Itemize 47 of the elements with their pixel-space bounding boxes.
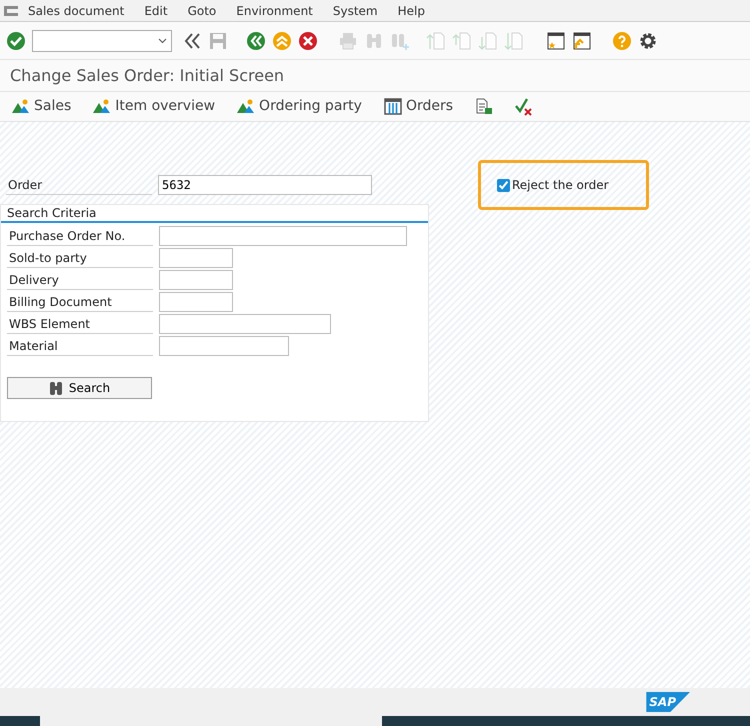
input-field[interactable]	[159, 270, 233, 290]
back-icon[interactable]	[246, 30, 266, 50]
settings-icon[interactable]	[638, 30, 658, 50]
field-label: Delivery	[7, 270, 153, 290]
input-field[interactable]	[159, 336, 289, 356]
input-field[interactable]	[159, 226, 407, 246]
field-label: Purchase Order No.	[7, 226, 153, 246]
toolbar-button[interactable]: Item overview	[93, 96, 216, 117]
enter-icon[interactable]	[6, 30, 26, 50]
menu-item[interactable]: Help	[388, 2, 435, 20]
search-button[interactable]: Search	[7, 377, 152, 399]
field-label: Order	[6, 175, 152, 195]
menu-item[interactable]: Edit	[134, 2, 178, 20]
mountain-icon	[12, 98, 30, 116]
dropdown-caret-icon[interactable]	[158, 38, 167, 44]
menu-item[interactable]: Environment	[226, 2, 323, 20]
menu-icon[interactable]	[4, 6, 18, 16]
table-icon	[384, 98, 402, 116]
screen-title: Change Sales Order: Initial Screen	[10, 64, 284, 86]
double-chevron-icon[interactable]	[182, 30, 202, 50]
menu-item[interactable]: Sales document	[18, 2, 134, 20]
up-chevron-icon[interactable]	[272, 30, 292, 50]
reject-checkbox[interactable]	[497, 178, 510, 192]
field-label: WBS Element	[7, 314, 153, 334]
field-label: Sold-to party	[7, 248, 153, 268]
mountain-icon	[237, 98, 256, 116]
input-field[interactable]	[159, 314, 331, 334]
input-field[interactable]	[159, 292, 233, 312]
checkbox-label: Reject the order	[512, 177, 609, 194]
toolbar-button[interactable]: Sales	[12, 96, 72, 117]
check-cross-icon[interactable]	[515, 98, 534, 116]
toolbar-button[interactable]: Ordering party	[237, 96, 362, 117]
toolbar-button[interactable]: Orders	[384, 96, 454, 117]
menu-item[interactable]: Goto	[178, 2, 226, 20]
field-label: Material	[7, 336, 153, 356]
cancel-icon[interactable]	[298, 30, 318, 50]
field-label: Billing Document	[7, 292, 153, 312]
section-title: Search Criteria	[1, 205, 428, 223]
order-field[interactable]: 5632	[158, 175, 372, 195]
command-field[interactable]	[32, 30, 172, 52]
binoculars-icon	[48, 381, 63, 395]
logo: SAP	[646, 692, 690, 712]
mountain-icon	[93, 98, 112, 116]
menu-item[interactable]: System	[322, 2, 388, 20]
input-field[interactable]	[159, 248, 233, 268]
help-icon[interactable]	[612, 30, 632, 50]
document-icon[interactable]	[475, 98, 494, 116]
